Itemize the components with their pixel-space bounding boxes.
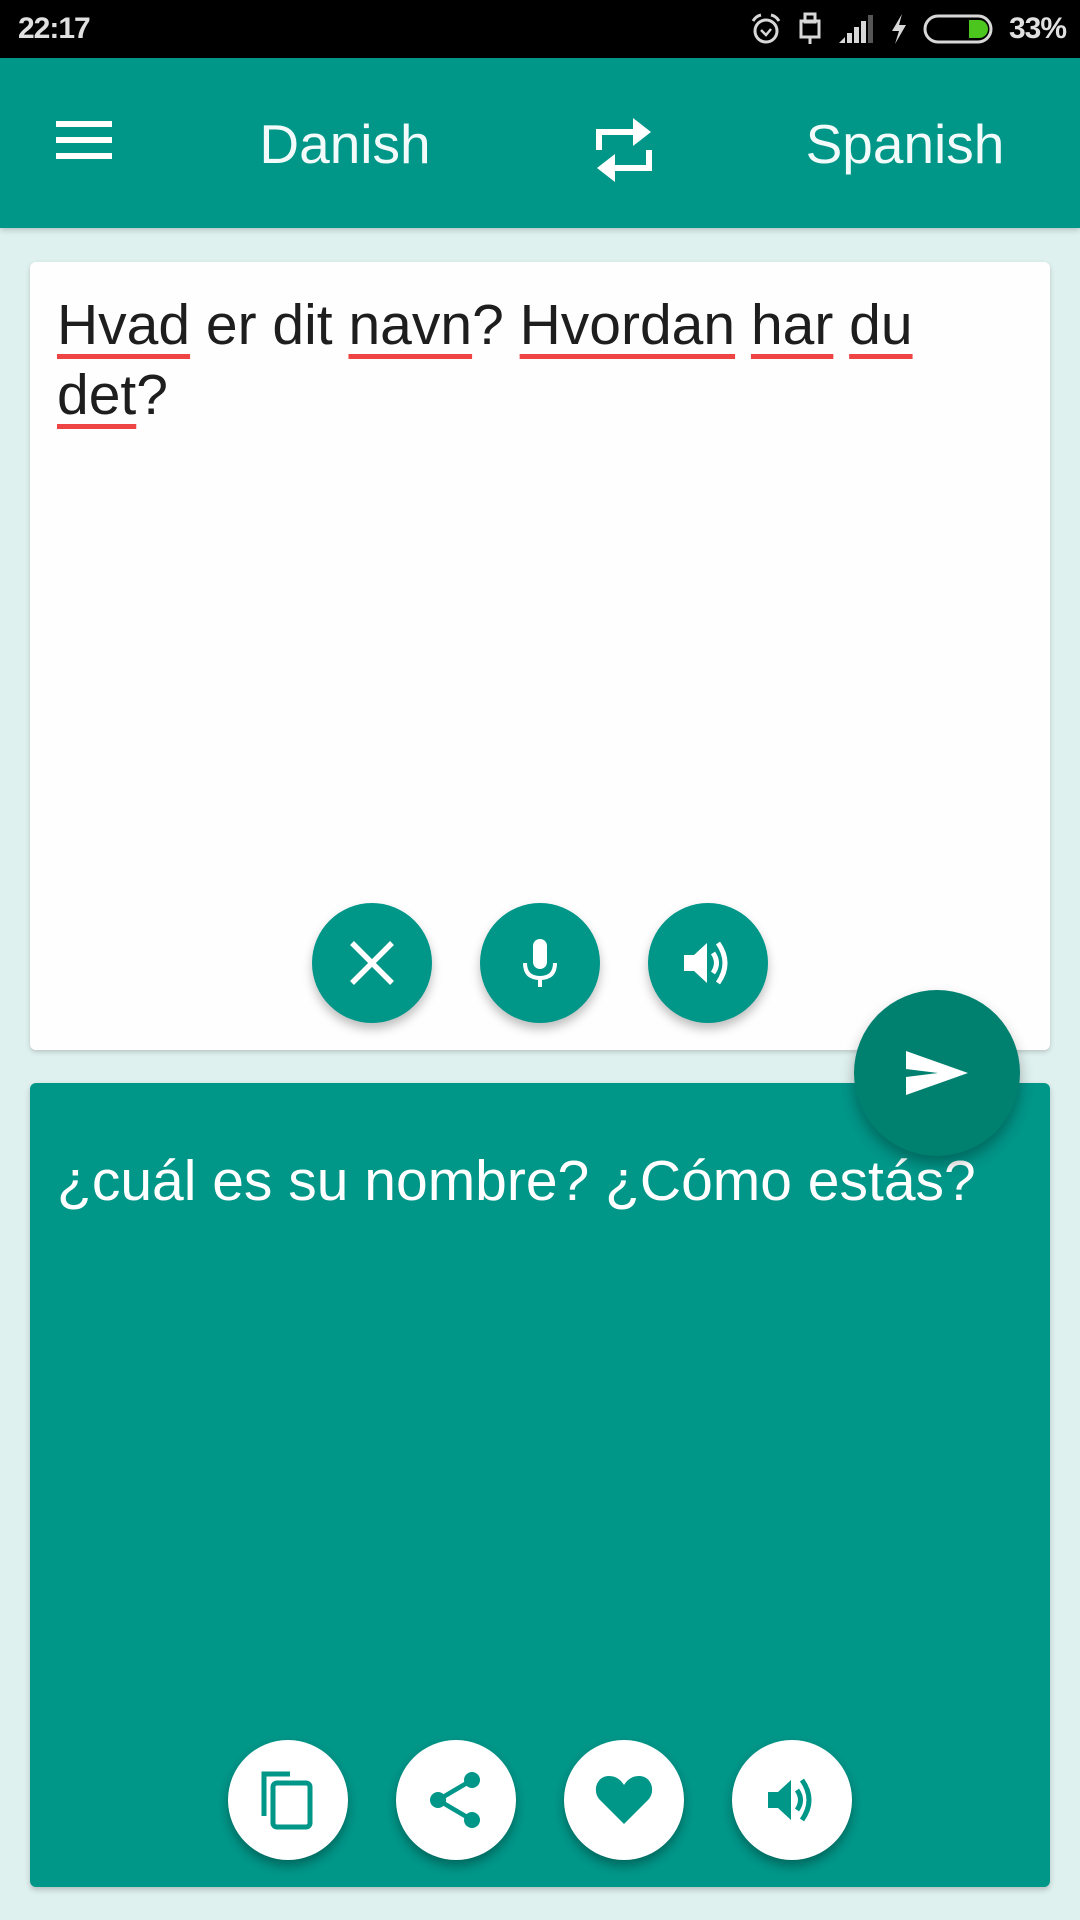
heart-icon <box>595 1776 653 1824</box>
toolbar: Danish Spanish <box>0 58 1080 228</box>
source-text-segment <box>833 293 849 357</box>
close-icon <box>350 941 394 985</box>
source-text-segment: ? <box>472 293 520 357</box>
source-text-segment: ? <box>136 363 168 427</box>
send-icon <box>906 1051 968 1095</box>
copy-button[interactable] <box>228 1740 348 1860</box>
speaker-icon <box>684 941 728 985</box>
usb-debug-icon <box>797 11 823 47</box>
source-text-input[interactable]: Hvad er dit navn? Hvordan har du det? <box>57 290 1017 430</box>
copy-icon <box>261 1771 313 1830</box>
source-text-segment: er dit <box>190 293 349 357</box>
status-icons: 33% <box>749 8 1067 50</box>
source-language-selector[interactable]: Danish <box>210 114 480 174</box>
battery-percent: 33% <box>1008 12 1067 45</box>
share-icon <box>430 1772 480 1828</box>
misspelled-word[interactable]: du <box>849 293 912 357</box>
translation-text: ¿cuál es su nombre? ¿Cómo estás? <box>57 1149 976 1213</box>
misspelled-word[interactable]: har <box>751 293 833 357</box>
battery-icon <box>923 12 995 46</box>
share-button[interactable] <box>396 1740 516 1860</box>
status-bar: 22:17 33% <box>0 0 1080 58</box>
misspelled-word[interactable]: Hvordan <box>520 293 735 357</box>
menu-button[interactable] <box>40 108 130 178</box>
alarm-icon <box>749 12 783 46</box>
speak-source-button[interactable] <box>648 903 768 1023</box>
misspelled-word[interactable]: Hvad <box>57 293 190 357</box>
status-time: 22:17 <box>18 12 91 45</box>
voice-input-button[interactable] <box>480 903 600 1023</box>
source-text-segment <box>735 293 751 357</box>
hamburger-menu-icon <box>56 121 112 159</box>
translate-button[interactable] <box>854 990 1020 1156</box>
misspelled-word[interactable]: navn <box>348 293 472 357</box>
swap-languages-icon <box>596 118 652 182</box>
clear-button[interactable] <box>312 903 432 1023</box>
charging-icon <box>889 12 909 46</box>
signal-icon <box>837 13 875 45</box>
favorite-button[interactable] <box>564 1740 684 1860</box>
microphone-icon <box>523 939 557 987</box>
translation-panel: ¿cuál es su nombre? ¿Cómo estás? <box>30 1083 1050 1887</box>
target-language-selector[interactable]: Spanish <box>790 114 1020 174</box>
misspelled-word[interactable]: det <box>57 363 136 427</box>
speak-translation-button[interactable] <box>732 1740 852 1860</box>
source-panel: Hvad er dit navn? Hvordan har du det? <box>30 262 1050 1050</box>
swap-languages-button[interactable] <box>585 110 665 190</box>
speaker-icon <box>768 1778 812 1822</box>
